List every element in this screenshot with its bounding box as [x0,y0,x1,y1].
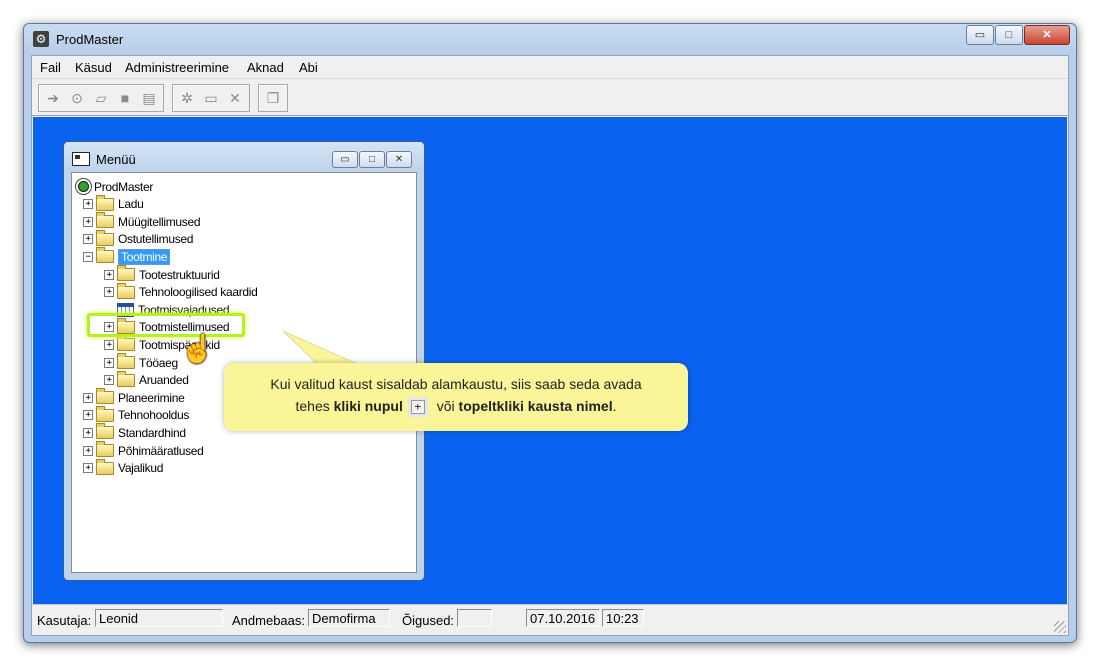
callout-line-1: Kui valitud kaust sisaldab alamkaustu, s… [270,376,642,392]
callout-bold-doubleclick: topeltkliki kausta nimel [458,398,613,414]
callout-text-mid: või [432,398,459,414]
callout-tail [282,330,361,366]
callout-text-pre: tehes [295,398,334,414]
callout-text-end: . [612,398,617,414]
callout-bold-click: kliki nupul [333,398,403,414]
callout-line-2: tehes kliki nupul + või topeltkliki kaust… [224,395,688,417]
expand-button-icon: + [410,400,425,415]
hand-cursor-icon: ☝ [180,333,215,364]
callout: Kui valitud kaust sisaldab alamkaustu, s… [224,363,688,431]
callout-text: Kui valitud kaust sisaldab alamkaustu, s… [224,373,688,417]
